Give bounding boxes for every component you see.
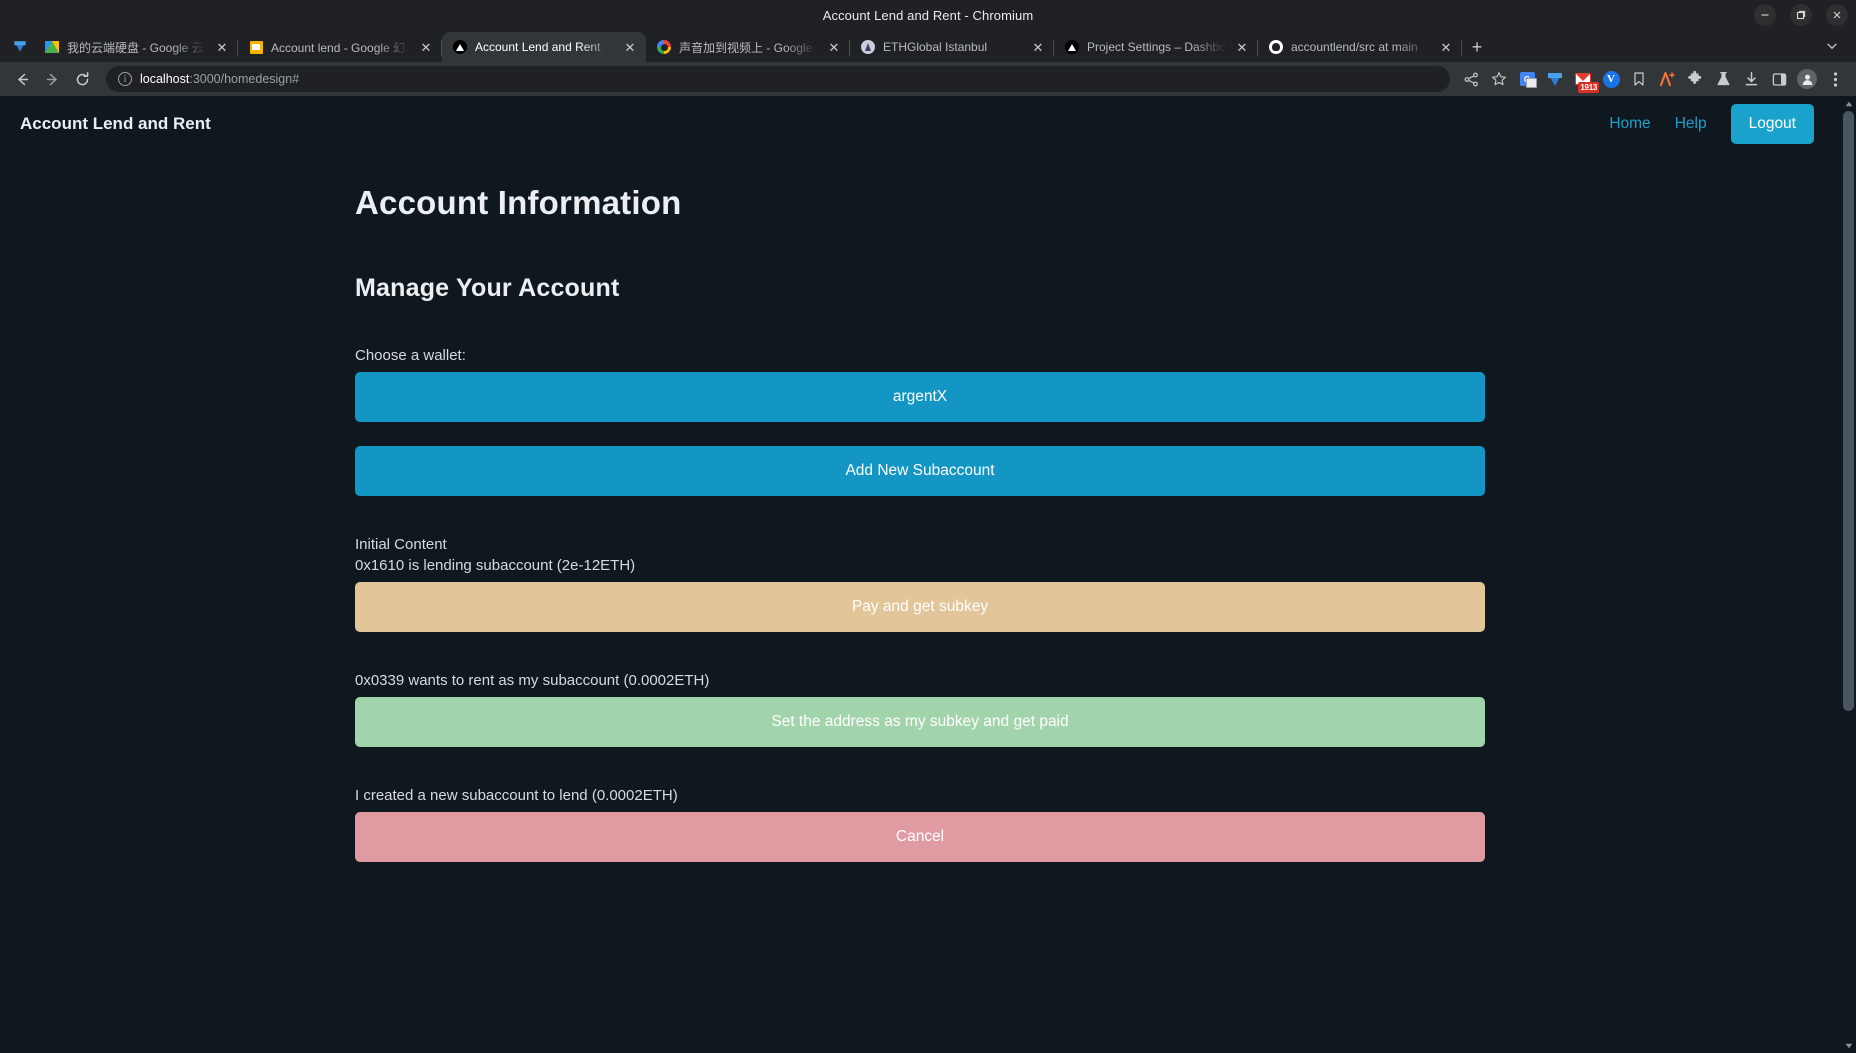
tab-title: 我的云端硬盘 - Google 云… xyxy=(67,40,207,55)
scroll-down-arrow-icon[interactable] xyxy=(1841,1038,1856,1053)
choose-wallet-label: Choose a wallet: xyxy=(355,347,466,364)
scrollbar-thumb[interactable] xyxy=(1843,111,1854,711)
gem-pin-icon xyxy=(6,30,34,62)
tab-close-icon[interactable]: ✕ xyxy=(1234,39,1250,55)
bookmark-flag-icon[interactable] xyxy=(1626,66,1652,92)
page-scroll-area: Account Lend and Rent Home Help Logout A… xyxy=(0,96,1856,1053)
orange-a-extension-icon[interactable] xyxy=(1654,66,1680,92)
page-viewport: Account Lend and Rent Home Help Logout A… xyxy=(0,96,1856,1053)
tab-title: ETHGlobal Istanbul xyxy=(883,40,988,54)
vercel-icon xyxy=(1064,39,1080,55)
gmail-icon[interactable]: 1913 xyxy=(1570,66,1599,93)
ethglobal-icon xyxy=(860,39,876,55)
window-title: Account Lend and Rent - Chromium xyxy=(822,7,1034,23)
google-drive-icon xyxy=(44,39,60,55)
window-titlebar: Account Lend and Rent - Chromium xyxy=(0,0,1856,30)
rent-request-group: 0x0339 wants to rent as my subaccount (0… xyxy=(355,672,1485,689)
set-subkey-and-get-paid-button[interactable]: Set the address as my subkey and get pai… xyxy=(355,697,1485,747)
page-scrollbar[interactable] xyxy=(1841,96,1856,1053)
toolbar-icons: G 1913 V xyxy=(1458,66,1848,93)
tab-close-icon[interactable]: ✕ xyxy=(1438,39,1454,55)
forward-icon[interactable] xyxy=(38,65,66,93)
tab-list: 我的云端硬盘 - Google 云… ✕ Account lend - Goog… xyxy=(34,30,1818,62)
triangle-icon xyxy=(452,39,468,55)
site-info-icon[interactable]: i xyxy=(118,72,132,86)
side-panel-icon[interactable] xyxy=(1766,66,1792,92)
tab-search-chevron-down-icon[interactable] xyxy=(1818,32,1846,60)
browser-tab[interactable]: 我的云端硬盘 - Google 云… ✕ xyxy=(34,32,238,62)
tabstrip-right xyxy=(1818,30,1856,62)
browser-tab[interactable]: ETHGlobal Istanbul ✕ xyxy=(850,32,1054,62)
bookmark-star-icon[interactable] xyxy=(1486,66,1512,92)
tab-close-icon[interactable]: ✕ xyxy=(826,39,842,55)
lending-subaccount-line: 0x1610 is lending subaccount (2e-12ETH) xyxy=(355,557,636,574)
tab-title: Account Lend and Rent xyxy=(475,40,601,54)
window-controls xyxy=(1754,0,1848,30)
section-title: Manage Your Account xyxy=(355,274,620,302)
new-tab-button[interactable]: + xyxy=(1462,32,1492,62)
google-search-icon xyxy=(656,39,672,55)
tab-close-icon[interactable]: ✕ xyxy=(418,39,434,55)
tab-strip: 我的云端硬盘 - Google 云… ✕ Account lend - Goog… xyxy=(0,30,1856,62)
browser-tab[interactable]: Account lend - Google 幻… ✕ xyxy=(238,32,442,62)
logout-button[interactable]: Logout xyxy=(1730,104,1814,144)
close-button[interactable] xyxy=(1826,4,1848,26)
site-navbar: Account Lend and Rent Home Help Logout xyxy=(0,96,1856,152)
cancel-button[interactable]: Cancel xyxy=(355,812,1485,862)
reload-icon[interactable] xyxy=(68,65,96,93)
share-icon[interactable] xyxy=(1458,66,1484,92)
lab-flask-icon[interactable] xyxy=(1710,66,1736,92)
browser-tab-active[interactable]: Account Lend and Rent ✕ xyxy=(442,32,646,62)
tab-title: 声音加到视频上 - Google… xyxy=(679,40,819,55)
nav-link-home[interactable]: Home xyxy=(1609,115,1650,133)
google-slides-icon xyxy=(248,39,264,55)
pay-and-get-subkey-button[interactable]: Pay and get subkey xyxy=(355,582,1485,632)
nav-link-help[interactable]: Help xyxy=(1675,115,1707,133)
profile-avatar-icon[interactable] xyxy=(1794,66,1820,92)
tab-close-icon[interactable]: ✕ xyxy=(214,39,230,55)
tab-close-icon[interactable]: ✕ xyxy=(1030,39,1046,55)
maximize-button[interactable] xyxy=(1790,4,1812,26)
add-new-subaccount-button[interactable]: Add New Subaccount xyxy=(355,446,1485,496)
browser-tab[interactable]: Project Settings – Dashbo… ✕ xyxy=(1054,32,1258,62)
browser-tab[interactable]: 声音加到视频上 - Google… ✕ xyxy=(646,32,850,62)
tab-close-icon[interactable]: ✕ xyxy=(622,39,638,55)
chrome-menu-icon[interactable] xyxy=(1822,66,1848,92)
site-nav-links: Home Help Logout xyxy=(1609,104,1836,144)
initial-content-label: Initial Content xyxy=(355,536,447,553)
created-subaccount-group: I created a new subaccount to lend (0.00… xyxy=(355,787,1485,804)
page-title: Account Information xyxy=(355,184,682,221)
downloads-icon[interactable] xyxy=(1738,66,1764,92)
extensions-puzzle-icon[interactable] xyxy=(1682,66,1708,92)
tab-title: Project Settings – Dashbo… xyxy=(1087,40,1227,54)
minimize-button[interactable] xyxy=(1754,4,1776,26)
initial-content-group: Initial Content 0x1610 is lending subacc… xyxy=(355,536,1485,574)
back-icon[interactable] xyxy=(8,65,36,93)
url-path: :3000/homedesign# xyxy=(189,72,300,86)
created-subaccount-line: I created a new subaccount to lend (0.00… xyxy=(355,787,678,804)
argentx-wallet-button[interactable]: argentX xyxy=(355,372,1485,422)
gem-extension-icon[interactable] xyxy=(1542,66,1568,92)
gmail-unread-badge: 1913 xyxy=(1578,82,1599,93)
scroll-up-arrow-icon[interactable] xyxy=(1841,96,1856,111)
url-text: localhost:3000/homedesign# xyxy=(140,72,299,86)
browser-toolbar: i localhost:3000/homedesign# G 1913 V xyxy=(0,62,1856,96)
browser-tab[interactable]: accountlend/src at main ✕ xyxy=(1258,32,1462,62)
tab-title: Account lend - Google 幻… xyxy=(271,40,411,55)
v-circle-extension-icon[interactable]: V xyxy=(1598,66,1624,92)
google-translate-icon[interactable]: G xyxy=(1514,66,1540,92)
github-icon xyxy=(1268,39,1284,55)
main-content: Account Information Manage Your Account … xyxy=(355,184,1485,862)
url-host: localhost xyxy=(140,72,190,86)
site-brand: Account Lend and Rent xyxy=(20,114,211,133)
address-bar[interactable]: i localhost:3000/homedesign# xyxy=(106,66,1450,92)
rent-request-line: 0x0339 wants to rent as my subaccount (0… xyxy=(355,672,710,689)
tab-title: accountlend/src at main xyxy=(1291,40,1418,54)
